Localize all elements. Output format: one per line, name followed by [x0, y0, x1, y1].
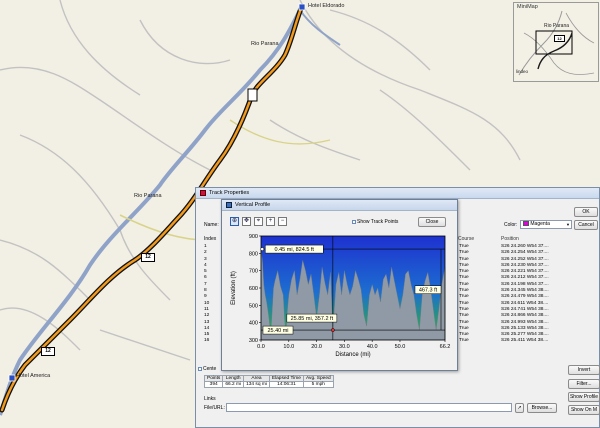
- link-icon[interactable]: ↗: [515, 403, 524, 413]
- map-label-hotel-eldorado: Hotel Eldorado: [308, 3, 345, 9]
- x-tick-label: 20.0: [311, 344, 322, 350]
- min-point-marker: [330, 328, 335, 332]
- color-select-value: Magenta: [530, 221, 550, 227]
- course-column-header: Course: [458, 236, 475, 242]
- map-label-rio-parana-south: Rio Parana: [134, 193, 162, 199]
- show-on-map-button[interactable]: Show On M: [568, 405, 600, 415]
- links-label: Links: [204, 396, 216, 402]
- map-label-hotel-america: Hotel America: [16, 373, 51, 379]
- y-tick-label: 800: [249, 251, 258, 257]
- y-tick-label: 700: [249, 269, 258, 275]
- x-axis-label: Distance (mi): [335, 352, 370, 358]
- file-url-label: File/URL:: [204, 405, 225, 411]
- list-item-index[interactable]: 16: [204, 338, 209, 344]
- position-column: S26 24.260 W54 37.... S26 24.254 W54 37..…: [501, 244, 549, 345]
- cancel-button[interactable]: Cancel: [574, 220, 598, 230]
- list-item-position[interactable]: S26 24.212 W54 37....: [501, 275, 549, 281]
- center-checkbox[interactable]: Cente: [198, 366, 216, 372]
- minimap[interactable]: MiniMap Rio Parana 12 lindeo: [513, 2, 599, 82]
- list-item-index[interactable]: 13: [204, 320, 209, 326]
- stats-area-value: 134 sq mi: [243, 381, 270, 388]
- checkbox-icon: [198, 367, 202, 371]
- minimap-corner-label: lindeo: [516, 69, 529, 74]
- stats-elapsed-value: 14:06:31: [268, 381, 304, 388]
- y-tick-label: 600: [249, 286, 258, 292]
- track-stats-table: Points Length Area Elapsed Time Avg. Spe…: [203, 375, 334, 388]
- cursor-distance-annotation: 25.40 mi: [267, 328, 288, 334]
- stats-points-value: 394: [203, 381, 224, 388]
- color-swatch: [523, 221, 529, 226]
- stats-header: Elapsed Time: [268, 375, 304, 382]
- index-column-header: Index: [204, 236, 217, 242]
- list-item-position[interactable]: S26 24.254 W54 37....: [501, 250, 549, 256]
- cursor-point-annotation: 25.85 mi, 357.2 ft: [291, 316, 334, 322]
- max-elevation-annotation: 0.45 mi, 824.5 ft: [275, 247, 315, 253]
- list-item-position[interactable]: S26 25.411 W54 38....: [501, 338, 549, 344]
- browse-button[interactable]: Browse...: [527, 403, 557, 413]
- stats-length-value: 66.2 mi: [222, 381, 245, 388]
- list-item-position[interactable]: S26 24.993 W54 38....: [501, 320, 549, 326]
- list-item-position[interactable]: S26 24.252 W54 37....: [501, 257, 549, 263]
- route-shield: 12: [41, 347, 55, 356]
- track-properties-titlebar[interactable]: Track Properties: [196, 188, 599, 199]
- show-profile-button[interactable]: Show Profile: [568, 392, 600, 402]
- stats-header: Points: [203, 375, 224, 382]
- center-label: Cente: [203, 366, 217, 372]
- track-properties-title: Track Properties: [209, 190, 250, 196]
- list-item-position[interactable]: S26 24.479 W54 38....: [501, 294, 549, 300]
- y-tick-label: 400: [249, 321, 258, 327]
- list-item-position[interactable]: S26 24.866 W54 38....: [501, 313, 549, 319]
- max-point-marker: [260, 247, 265, 251]
- vertical-profile-window: Vertical Profile ⊕ ✥ ⌖ + − Show Track Po…: [221, 199, 458, 371]
- waypoint-hotel-eldorado-icon: [298, 3, 306, 11]
- list-item-index[interactable]: 12: [204, 313, 209, 319]
- elevation-diff-annotation: 467.3 ft: [419, 288, 438, 294]
- filter-button[interactable]: Filter...: [568, 379, 600, 389]
- invert-button[interactable]: Invert: [568, 365, 600, 375]
- y-tick-label: 900: [249, 234, 258, 240]
- x-tick-label: 10.0: [283, 344, 294, 350]
- minimap-route-shield: 12: [554, 35, 565, 42]
- track-icon: [200, 190, 206, 196]
- x-tick-label: 40.0: [367, 344, 378, 350]
- x-tick-label: 30.0: [339, 344, 350, 350]
- elevation-profile-chart[interactable]: 9008007006005004003000.0 10.0 20.0 30.0 40.0…: [222, 200, 459, 372]
- ok-button[interactable]: OK: [574, 207, 598, 217]
- y-axis-label: Elevation (ft): [231, 271, 237, 305]
- stats-speed-value: 5 mph: [302, 381, 334, 388]
- waypoint-hotel-america-icon: [8, 374, 16, 382]
- x-tick-label: 66.2: [440, 344, 451, 350]
- minimap-label-rio-parana: Rio Parana: [544, 23, 570, 29]
- position-column-header: Position: [501, 236, 519, 242]
- x-tick-label: 50.0: [395, 344, 406, 350]
- y-tick-label: 500: [249, 303, 258, 309]
- x-tick-label: 0.0: [257, 344, 265, 350]
- route-shield: 12: [141, 253, 155, 262]
- color-label: Color:: [504, 222, 518, 228]
- stats-header: Length: [222, 375, 245, 382]
- chevron-down-icon: ▼: [566, 222, 570, 227]
- name-label: Name:: [204, 222, 219, 228]
- index-column: 1 2 3 4 5 6 7 8 9 10 11 12 13 14 15 16: [204, 244, 209, 345]
- map-label-rio-parana-north: Rio Parana: [251, 41, 279, 47]
- stats-header: Avg. Speed: [302, 375, 334, 382]
- file-url-input[interactable]: [226, 403, 512, 412]
- color-select[interactable]: Magenta ▼: [520, 220, 572, 229]
